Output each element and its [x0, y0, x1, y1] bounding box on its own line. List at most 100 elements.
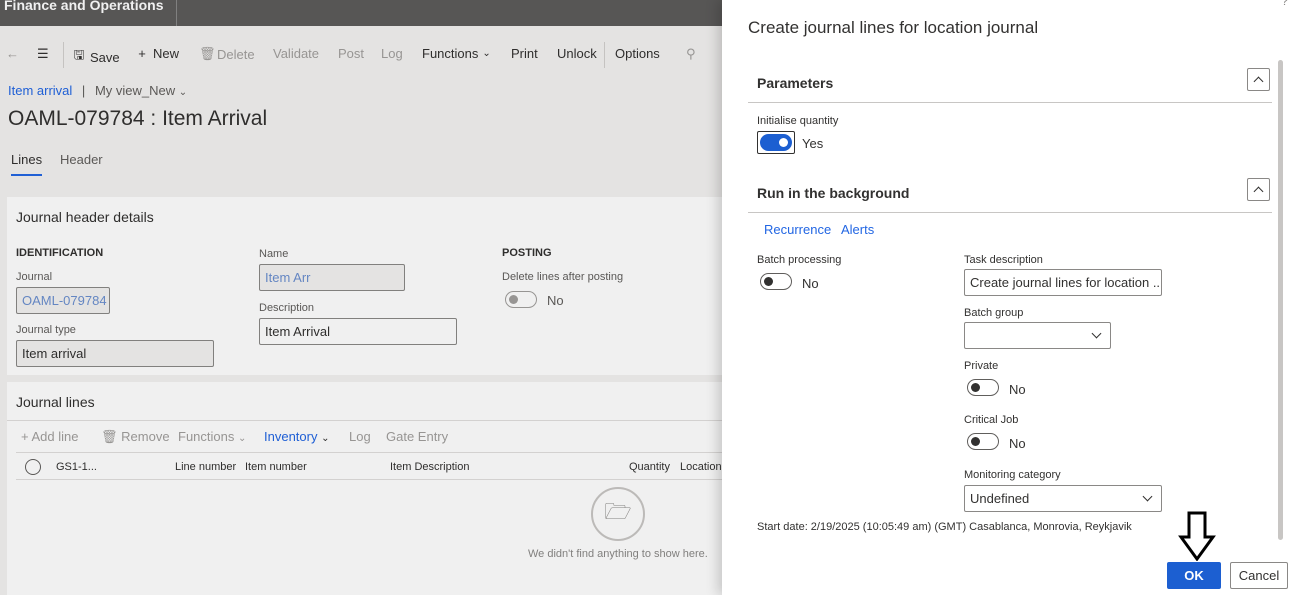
search-icon[interactable]: ⚲ [686, 46, 696, 62]
chevron-down-icon: ⌄ [482, 48, 491, 59]
chevron-up-icon [1253, 76, 1264, 86]
gate-entry-button[interactable]: Gate Entry [386, 429, 448, 444]
group-title: Parameters [757, 75, 834, 91]
empty-folder-icon: 🗁 [591, 487, 645, 541]
create-journal-lines-dialog: ? Create journal lines for location jour… [722, 0, 1294, 595]
delete-button[interactable]: 🗑 Delete [199, 46, 255, 62]
breadcrumb: Item arrival | My view_New ⌄ [8, 83, 187, 98]
collapse-button[interactable] [1247, 178, 1270, 201]
view-selector[interactable]: My view_New [95, 83, 175, 98]
hamburger-menu-icon[interactable]: ☰ [37, 46, 49, 62]
topbar-divider [176, 0, 177, 26]
batch-processing-value: No [802, 276, 819, 291]
trash-icon: 🗑 [199, 46, 216, 61]
unlock-button[interactable]: Unlock [557, 46, 597, 61]
add-line-button[interactable]: + Add line [21, 429, 78, 444]
log-button[interactable]: Log [381, 46, 403, 61]
tab-header[interactable]: Header [60, 152, 103, 167]
delete-after-posting-toggle[interactable] [505, 291, 537, 308]
new-button[interactable]: + New [135, 46, 179, 61]
column-header[interactable]: GS1-1... [56, 461, 97, 473]
critical-job-toggle[interactable] [967, 433, 999, 450]
chevron-down-icon [1091, 328, 1102, 339]
column-header[interactable]: Quantity [629, 461, 670, 473]
journal-type-label: Journal type [16, 324, 76, 336]
background-group-header[interactable]: Run in the background [748, 175, 1272, 213]
card-title: Journal header details [16, 209, 154, 225]
name-label: Name [259, 248, 289, 260]
critical-job-label: Critical Job [964, 414, 1019, 426]
help-icon[interactable]: ? [1281, 0, 1288, 8]
initialise-quantity-value: Yes [802, 136, 824, 151]
options-tab[interactable]: Options [615, 46, 660, 61]
task-description-field[interactable]: Create journal lines for location ... [964, 269, 1162, 296]
action-pane: ← ☰ 🖫 Save + New 🗑 Delete Validate Post … [0, 38, 722, 70]
divider [7, 420, 722, 421]
chevron-down-icon: ⌄ [321, 433, 330, 444]
column-header[interactable]: Line number [175, 461, 236, 473]
delete-after-posting-value: No [547, 293, 564, 308]
column-header[interactable]: Location [680, 461, 722, 473]
page-title: OAML-079784 : Item Arrival [8, 107, 268, 130]
trash-icon: 🗑 [101, 429, 118, 444]
column-header[interactable]: Item Description [390, 461, 469, 473]
journal-label: Journal [16, 271, 53, 283]
monitoring-category-value: Undefined [970, 491, 1030, 506]
task-description-label: Task description [964, 254, 1043, 266]
save-icon: 🖫 [73, 47, 85, 62]
tab-lines[interactable]: Lines [11, 152, 43, 176]
description-field[interactable]: Item Arrival [259, 318, 457, 345]
plus-icon: + [138, 46, 146, 61]
print-button[interactable]: Print [511, 46, 538, 61]
select-all-radio[interactable] [25, 459, 41, 475]
group-title: Run in the background [757, 185, 910, 201]
ok-button[interactable]: OK [1167, 562, 1221, 589]
remove-button[interactable]: 🗑 Remove [101, 429, 170, 445]
posting-heading: POSTING [502, 247, 552, 259]
chevron-down-icon [1142, 491, 1153, 502]
monitoring-category-label: Monitoring category [964, 469, 1061, 481]
save-button[interactable]: 🖫 Save [72, 46, 119, 68]
plus-icon: + [21, 429, 29, 444]
chevron-down-icon[interactable]: ⌄ [179, 87, 187, 98]
batch-group-label: Batch group [964, 307, 1024, 319]
card-title: Journal lines [16, 394, 95, 410]
chevron-down-icon: ⌄ [238, 433, 247, 444]
private-label: Private [964, 360, 999, 372]
top-nav-bar: Finance and Operations [0, 0, 722, 26]
private-value: No [1009, 382, 1026, 397]
lines-log-button[interactable]: Log [349, 429, 371, 444]
post-button[interactable]: Post [338, 46, 364, 61]
collapse-button[interactable] [1247, 68, 1270, 91]
back-arrow-icon[interactable]: ← [6, 46, 19, 61]
column-header[interactable]: Item number [245, 461, 307, 473]
breadcrumb-separator: | [81, 83, 86, 98]
dialog-scrollbar[interactable] [1278, 60, 1283, 540]
functions-menu[interactable]: Functions ⌄ [422, 46, 491, 61]
cancel-button[interactable]: Cancel [1230, 562, 1288, 589]
batch-group-select[interactable] [964, 322, 1111, 349]
inventory-menu[interactable]: Inventory ⌄ [264, 429, 330, 444]
start-date-text: Start date: 2/19/2025 (10:05:49 am) (GMT… [757, 521, 1132, 533]
lines-functions-menu[interactable]: Functions ⌄ [178, 429, 246, 444]
journal-type-field[interactable]: Item arrival [16, 340, 214, 367]
parameters-group-header[interactable]: Parameters [748, 65, 1272, 103]
identification-heading: IDENTIFICATION [16, 247, 104, 259]
batch-processing-toggle[interactable] [760, 273, 792, 290]
initialise-quantity-label: Initialise quantity [757, 115, 839, 127]
validate-button[interactable]: Validate [273, 46, 319, 61]
grid-header-row: GS1-1... Line number Item number Item De… [16, 452, 722, 480]
delete-after-posting-label: Delete lines after posting [502, 271, 624, 283]
journal-field[interactable]: OAML-079784 [16, 287, 110, 314]
breadcrumb-link[interactable]: Item arrival [8, 83, 72, 98]
description-label: Description [259, 302, 315, 314]
batch-processing-label: Batch processing [757, 254, 842, 266]
alerts-link[interactable]: Alerts [841, 222, 874, 237]
dialog-title: Create journal lines for location journa… [748, 18, 1039, 37]
recurrence-link[interactable]: Recurrence [764, 222, 831, 237]
initialise-quantity-toggle[interactable] [760, 134, 792, 151]
name-field[interactable]: Item Arr [259, 264, 405, 291]
monitoring-category-select[interactable]: Undefined [964, 485, 1162, 512]
empty-state-message: We didn't find anything to show here. [528, 548, 708, 560]
private-toggle[interactable] [967, 379, 999, 396]
